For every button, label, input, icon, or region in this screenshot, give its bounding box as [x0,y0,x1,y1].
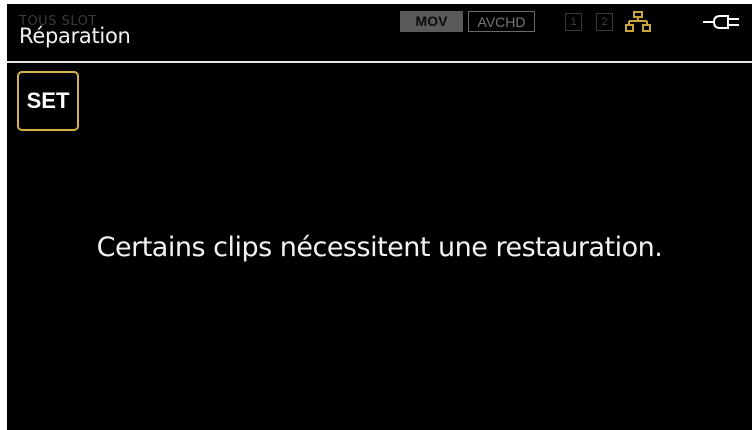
format-avchd-badge: AVCHD [468,11,535,32]
set-button[interactable]: SET [17,71,79,131]
header-bar: TOUS SLOT Réparation MOV AVCHD 1 2 [7,4,752,63]
ac-plug-icon [703,15,739,29]
page-title: Réparation [19,24,131,48]
status-message: Certains clips nécessitent une restaurat… [96,232,663,263]
card-slot-1-indicator: 1 [565,13,582,31]
camera-screen: TOUS SLOT Réparation MOV AVCHD 1 2 SET C… [7,4,752,430]
card-slot-2-indicator: 2 [596,13,613,31]
network-icon [625,11,651,32]
header-divider [7,61,752,63]
format-mov-badge: MOV [400,11,463,32]
